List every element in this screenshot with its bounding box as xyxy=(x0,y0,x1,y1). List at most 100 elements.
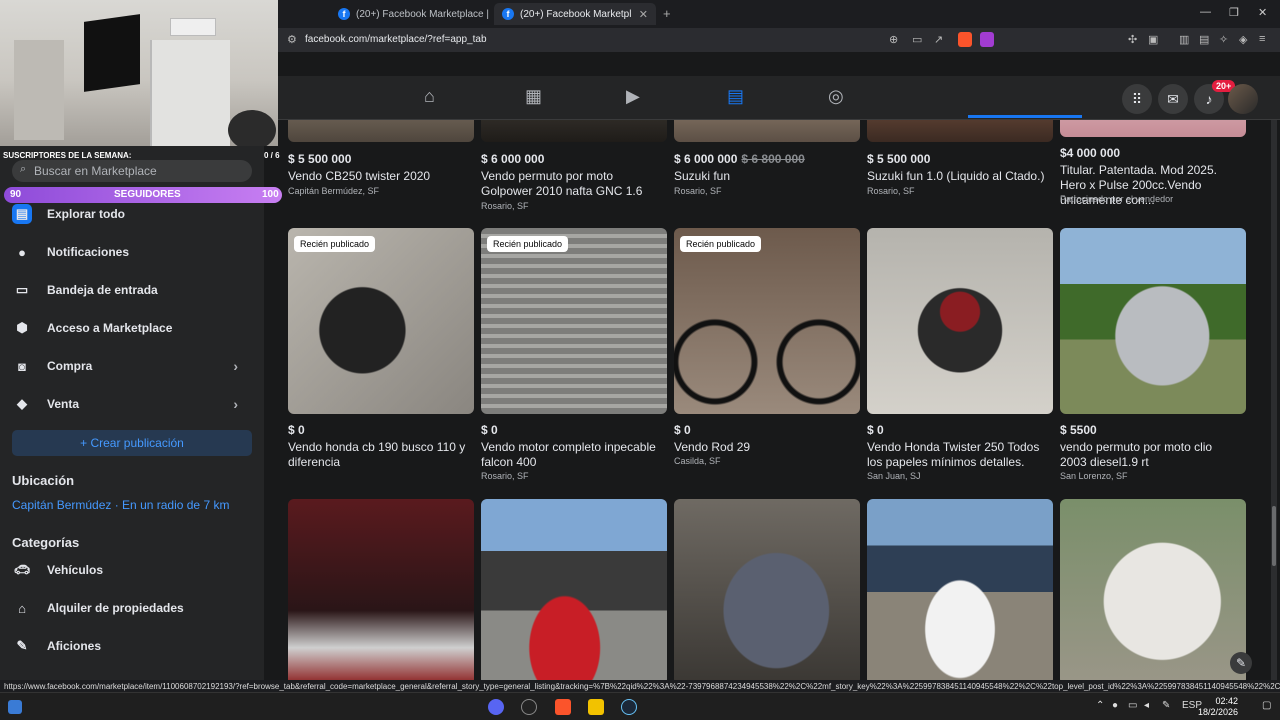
sidebar-item-notifications[interactable]: ● Notificaciones xyxy=(12,242,129,262)
sidebar-toggle-icon[interactable]: ▥ xyxy=(1179,33,1189,46)
new-listing-badge: Recién publicado xyxy=(487,236,569,252)
compose-message-button[interactable]: ✎ xyxy=(1230,652,1252,674)
followers-current: 90 xyxy=(10,189,22,200)
sidebar-item-inbox[interactable]: ▭ Bandeja de entrada xyxy=(12,280,158,300)
zoom-icon[interactable]: ⊕ xyxy=(889,33,898,46)
close-tab-icon[interactable]: ✕ xyxy=(639,8,648,21)
webcam-chair xyxy=(228,110,276,146)
listing-image[interactable] xyxy=(481,120,667,142)
groups-icon[interactable]: ◎ xyxy=(828,86,844,107)
vpn-icon[interactable]: ◈ xyxy=(1239,33,1247,46)
steam-icon[interactable] xyxy=(621,699,637,715)
listing-image[interactable]: Recién publicado xyxy=(674,228,860,414)
listing-location: Rosario, SF xyxy=(867,186,915,196)
listing-image[interactable]: Recién publicado xyxy=(481,228,667,414)
taskbar-clock[interactable]: 02:42 18/2/2026 xyxy=(1198,696,1238,718)
winamp-icon[interactable] xyxy=(588,699,604,715)
home-icon[interactable]: ⌂ xyxy=(424,86,435,107)
listing-location: Capitán Bermúdez, SF xyxy=(288,186,380,196)
listing-image[interactable]: Recién publicado xyxy=(288,228,474,414)
inbox-icon: ▭ xyxy=(15,282,29,297)
listing-title: Vendo motor completo inpecable falcon 40… xyxy=(481,440,656,469)
page-gap xyxy=(278,52,1280,76)
url-field[interactable]: facebook.com/marketplace/?ref=app_tab xyxy=(305,34,487,45)
listing-image[interactable] xyxy=(674,120,860,142)
brave-shields-icon[interactable] xyxy=(958,32,972,47)
browser-tab-1[interactable]: f (20+) Facebook Marketplace | Facebo xyxy=(330,3,490,25)
close-window-button[interactable]: ✕ xyxy=(1258,6,1267,19)
listing-image[interactable] xyxy=(867,499,1053,680)
sidebar-item-sell[interactable]: ◆ Venta › xyxy=(12,394,252,414)
wallet-icon[interactable]: ▣ xyxy=(1148,33,1158,46)
sidebar-item-label: Compra xyxy=(47,359,93,373)
bag-icon: ◙ xyxy=(18,358,26,374)
profile-avatar[interactable] xyxy=(1228,84,1258,114)
messenger-icon[interactable]: ✉ xyxy=(1158,84,1188,114)
leo-icon[interactable]: ✧ xyxy=(1219,33,1228,46)
category-rentals[interactable]: ⌂ Alquiler de propiedades xyxy=(12,598,184,618)
listing-title: Suzuki fun 1.0 (Liquido al Ctado.) xyxy=(867,169,1045,183)
new-tab-button[interactable]: + xyxy=(663,6,671,21)
volume-icon[interactable]: ◂ xyxy=(1144,700,1149,711)
start-icon[interactable] xyxy=(8,700,22,714)
tray-chevron-icon[interactable]: ⌃ xyxy=(1096,700,1104,711)
menu-grid-icon[interactable]: ⠿ xyxy=(1122,84,1152,114)
network-icon[interactable]: ▭ xyxy=(1128,700,1137,711)
listing-title: vendo permuto por moto clio 2003 diesel1… xyxy=(1060,440,1213,469)
listing-image[interactable] xyxy=(1060,120,1246,137)
video-icon[interactable]: ▦ xyxy=(525,86,542,107)
chevron-right-icon: › xyxy=(233,396,238,412)
listing-image[interactable] xyxy=(288,499,474,680)
cast-icon[interactable]: ▭ xyxy=(912,33,922,46)
listing-image[interactable] xyxy=(674,499,860,680)
obs-icon[interactable] xyxy=(521,699,537,715)
browser-tab-2[interactable]: f (20+) Facebook Marketplace | Fa ✕ xyxy=(494,3,656,25)
notification-center-icon[interactable]: ▢ xyxy=(1262,700,1271,711)
marketplace-search-input[interactable]: ⌕ Buscar en Marketplace xyxy=(12,160,252,182)
car-icon: 🚗︎ xyxy=(13,562,31,577)
pen-icon[interactable]: ✎ xyxy=(1162,700,1170,711)
extensions-icon[interactable]: ✣ xyxy=(1128,33,1137,46)
location-link[interactable]: Capitán Bermúdez · En un radio de 7 km xyxy=(12,498,229,512)
listing-price: $4 000 000 xyxy=(1060,146,1121,160)
menu-icon[interactable]: ≡ xyxy=(1259,33,1265,45)
discord-icon[interactable] xyxy=(488,699,504,715)
listing-image[interactable] xyxy=(481,499,667,680)
marketplace-icon[interactable]: ▤ xyxy=(727,86,744,107)
restore-button[interactable]: ❐ xyxy=(1229,6,1239,19)
mic-icon[interactable]: ● xyxy=(1112,700,1118,711)
price-old: $ 6 800 000 xyxy=(741,152,805,166)
sidebar-item-label: Acceso a Marketplace xyxy=(47,321,173,335)
brave-rewards-icon[interactable] xyxy=(980,32,994,47)
listing-image[interactable] xyxy=(1060,228,1246,414)
sidebar-item-buy[interactable]: ◙ Compra › xyxy=(12,356,252,376)
listing-image[interactable] xyxy=(288,120,474,142)
category-label: Vehículos xyxy=(47,563,104,577)
listing-image[interactable] xyxy=(867,120,1053,142)
search-icon: ⌕ xyxy=(20,163,27,175)
scrollbar-thumb[interactable] xyxy=(1272,506,1276,566)
listing-price: $ 5 500 000 xyxy=(288,152,352,166)
webcam-shelf xyxy=(14,40,64,140)
category-hobbies[interactable]: ✎ Aficiones xyxy=(12,636,101,656)
followers-goal-bar: 90 SEGUIDORES 100 xyxy=(4,187,282,203)
create-listing-button[interactable]: + Crear publicación xyxy=(12,430,252,456)
followers-label: SEGUIDORES xyxy=(114,189,181,200)
sidebar-item-access[interactable]: ⬢ Acceso a Marketplace xyxy=(12,318,172,338)
reels-icon[interactable]: ▶ xyxy=(626,86,640,107)
brave-icon[interactable] xyxy=(555,699,571,715)
page-scrollbar[interactable] xyxy=(1271,120,1277,680)
webcam-ac xyxy=(170,18,216,36)
category-vehicles[interactable]: 🚗︎ Vehículos xyxy=(12,560,103,580)
site-info-icon[interactable]: ⚙ xyxy=(287,33,297,46)
listing-image[interactable] xyxy=(867,228,1053,414)
link-status-bar: https://www.facebook.com/marketplace/ite… xyxy=(0,680,1280,692)
wallet2-icon[interactable]: ▤ xyxy=(1199,33,1209,46)
listing-image[interactable] xyxy=(1060,499,1246,680)
share-icon[interactable]: ↗ xyxy=(934,33,943,46)
listing-location: San Juan, SJ xyxy=(867,471,921,481)
minimize-button[interactable]: — xyxy=(1200,6,1211,18)
facebook-top-nav: ⌂ ▦ ▶ ▤ ◎ ⠿ ✉ ♪ xyxy=(278,76,1280,120)
sidebar-item-explore[interactable]: ▤ Explorar todo xyxy=(12,204,125,224)
windows-taskbar: ⌃ ● ▭ ◂ ✎ ESP 02:42 18/2/2026 ▢ xyxy=(0,692,1280,720)
